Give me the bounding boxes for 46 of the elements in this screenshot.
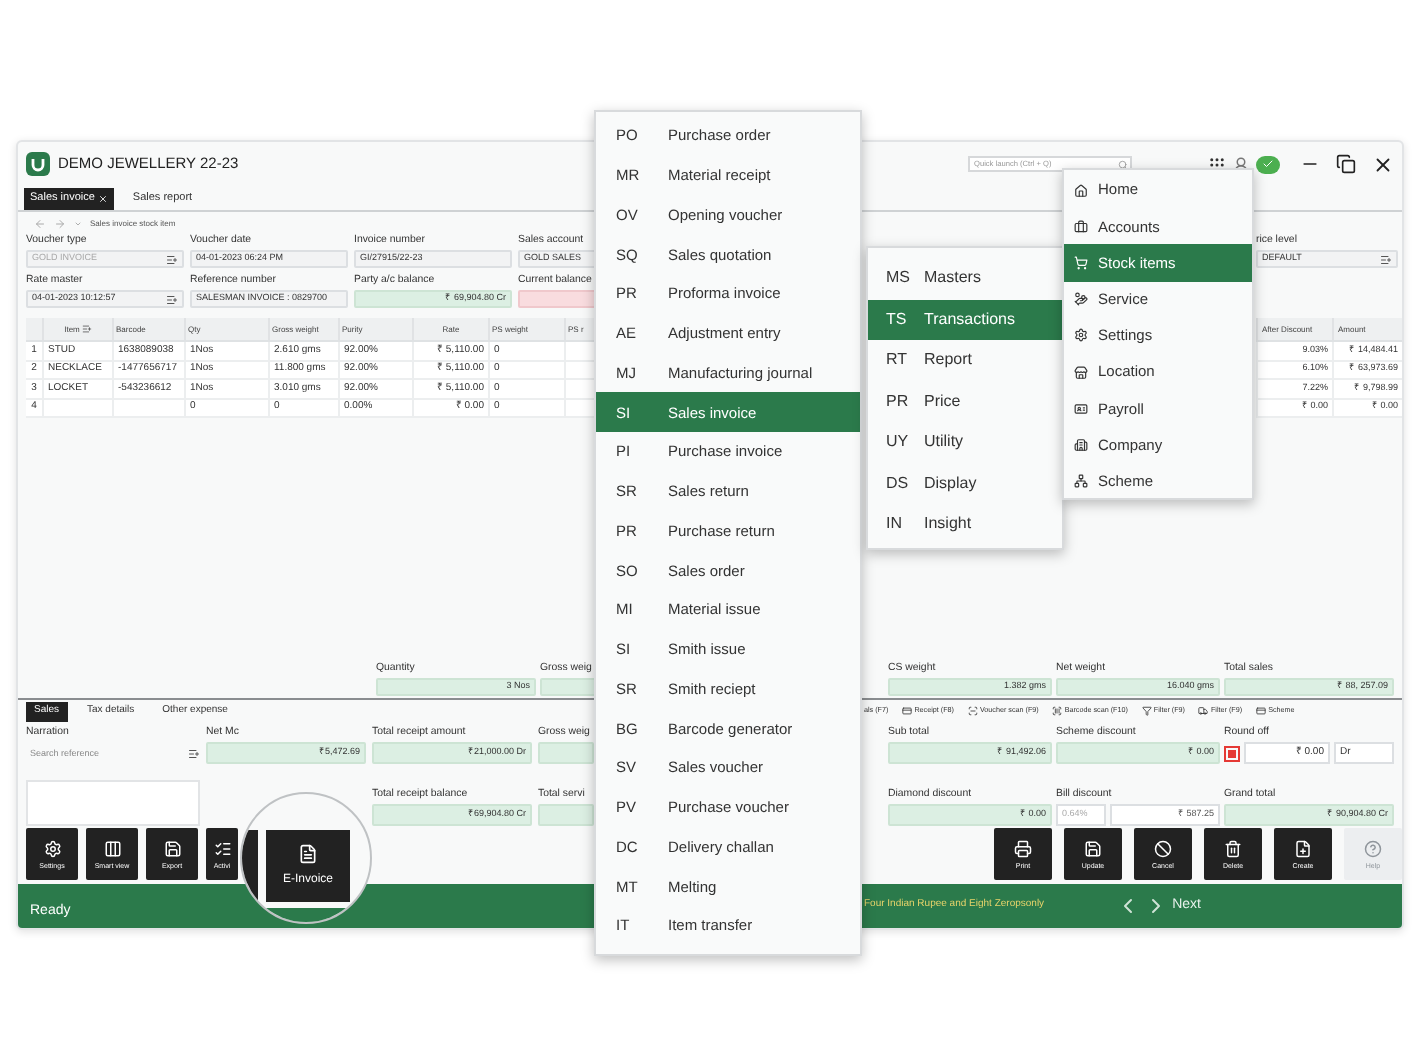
- building-icon: [1074, 437, 1088, 452]
- checklist-icon: [213, 839, 231, 857]
- input-field[interactable]: [538, 742, 594, 764]
- menu-item[interactable]: MS Masters: [868, 258, 1062, 299]
- settings-icon: [1074, 328, 1088, 343]
- menu-item[interactable]: RT Report: [868, 340, 1062, 381]
- card-icon: [1256, 706, 1267, 717]
- trash-icon: [1224, 839, 1242, 857]
- save-icon: [1084, 839, 1102, 857]
- input-field[interactable]: [540, 678, 596, 696]
- input-field[interactable]: [518, 290, 596, 308]
- close-icon[interactable]: [1372, 153, 1394, 175]
- ban-icon: [1154, 839, 1172, 857]
- filter-icon: [1141, 706, 1152, 717]
- picker-icon[interactable]: [1380, 253, 1392, 265]
- cart-icon: [1074, 255, 1088, 270]
- restore-icon[interactable]: [1336, 154, 1356, 174]
- scan-icon: [967, 706, 978, 717]
- round-off-checkbox[interactable]: [1224, 745, 1240, 761]
- columns-icon: [103, 839, 121, 857]
- menu-item[interactable]: IN Insight: [868, 504, 1062, 545]
- id-card-icon: [1074, 401, 1088, 416]
- home-icon: [1074, 183, 1088, 198]
- logo-icon: [26, 152, 50, 176]
- card-icon: [902, 706, 913, 717]
- menu-item[interactable]: PR Price: [868, 381, 1062, 422]
- briefcase-icon: [1074, 219, 1088, 234]
- document-icon: [298, 843, 318, 863]
- picker-icon[interactable]: [166, 253, 178, 265]
- printer-icon: [1014, 839, 1032, 857]
- network-icon: [1074, 474, 1088, 489]
- barcode-icon: [1052, 706, 1063, 717]
- cloud-check-icon[interactable]: [1256, 155, 1280, 173]
- truck-icon: [1198, 706, 1209, 717]
- input-field[interactable]: [538, 804, 594, 826]
- help-icon: [1364, 839, 1382, 857]
- menu-item[interactable]: UY Utility: [868, 422, 1062, 463]
- store-icon: [1074, 365, 1088, 380]
- menu-item[interactable]: DS Display: [868, 463, 1062, 504]
- picker-icon[interactable]: [166, 293, 178, 305]
- menu-item[interactable]: TS Transactions: [868, 299, 1062, 340]
- picker-icon[interactable]: [188, 747, 200, 759]
- hand-coins-icon: [1074, 292, 1088, 307]
- settings-icon: [43, 839, 61, 857]
- save-icon: [163, 839, 181, 857]
- file-plus-icon: [1294, 839, 1312, 857]
